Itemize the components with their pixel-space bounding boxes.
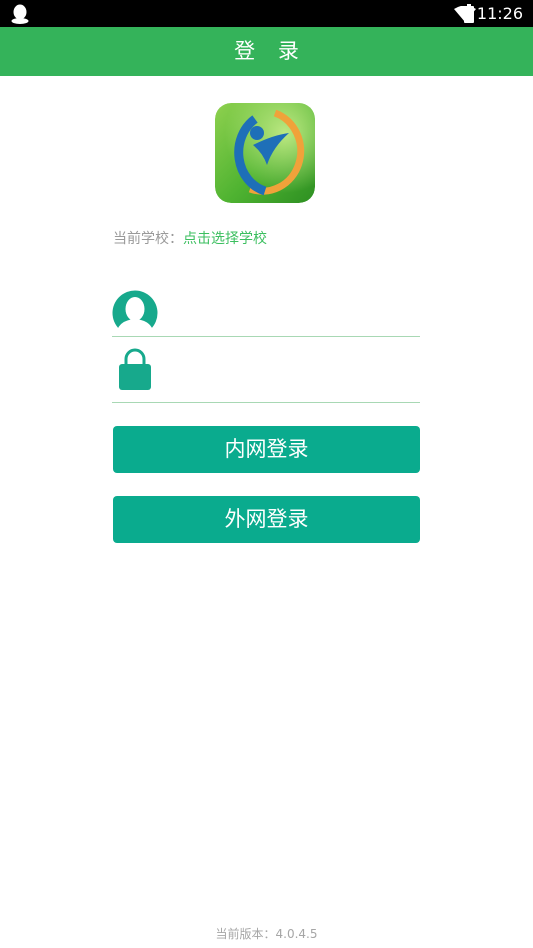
version-text: 当前版本：4.0.4.5 bbox=[215, 927, 318, 941]
lock-icon bbox=[119, 348, 151, 396]
battery-icon bbox=[463, 4, 475, 28]
page-title: 登 录 bbox=[0, 27, 533, 76]
school-label: 当前学校： bbox=[113, 231, 183, 247]
status-bar: 11:26 bbox=[0, 0, 533, 27]
status-time: 11:26 bbox=[476, 4, 523, 23]
user-avatar-icon bbox=[112, 290, 158, 340]
username-input[interactable] bbox=[172, 292, 416, 332]
password-field-row bbox=[112, 348, 420, 403]
intranet-login-button[interactable]: 内网登录 bbox=[113, 426, 420, 473]
select-school-link[interactable]: 点击选择学校 bbox=[183, 231, 267, 247]
extranet-login-button[interactable]: 外网登录 bbox=[113, 496, 420, 543]
username-field-row bbox=[112, 286, 420, 340]
qq-penguin-icon bbox=[10, 3, 30, 28]
password-input[interactable] bbox=[172, 358, 416, 398]
app-logo-icon bbox=[215, 103, 315, 203]
school-row: 当前学校：点击选择学校 bbox=[113, 229, 267, 249]
